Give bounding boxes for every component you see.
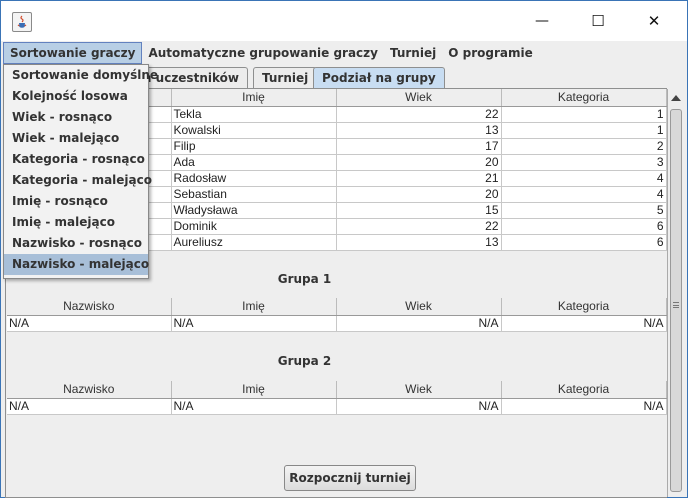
menu-tournament[interactable]: Turniej: [384, 42, 442, 64]
column-header-age[interactable]: Wiek: [336, 381, 502, 399]
sort-surname-asc[interactable]: Nazwisko - rosnąco: [4, 233, 148, 254]
minimize-button[interactable]: —: [519, 1, 565, 41]
sort-default[interactable]: Sortowanie domyślne: [4, 65, 158, 86]
table-header: Nazwisko Imię Wiek Kategoria: [7, 381, 667, 399]
scroll-up-icon[interactable]: [671, 95, 681, 101]
tab-tournament[interactable]: Turniej: [253, 67, 318, 88]
sort-first-name-asc[interactable]: Imię - rosnąco: [4, 191, 148, 212]
menu-bar: Sortowanie graczy Automatyczne grupowani…: [1, 41, 687, 65]
column-header-first-name[interactable]: Imię: [171, 89, 337, 107]
sort-category-asc[interactable]: Kategoria - rosnąco: [4, 149, 148, 170]
minimize-icon: —: [535, 13, 549, 29]
menu-auto-grouping[interactable]: Automatyczne grupowanie graczy: [142, 42, 384, 64]
maximize-icon: ☐: [591, 12, 605, 30]
column-header-category[interactable]: Kategoria: [501, 298, 667, 316]
table-header: Nazwisko Imię Wiek Kategoria: [7, 298, 667, 316]
sort-category-desc[interactable]: Kategoria - malejąco: [4, 170, 152, 191]
column-header-first-name[interactable]: Imię: [171, 381, 337, 399]
menu-sort-players[interactable]: Sortowanie graczy: [3, 42, 143, 64]
sort-surname-desc[interactable]: Nazwisko - malejąco: [4, 254, 149, 275]
column-header-age[interactable]: Wiek: [336, 89, 502, 107]
sort-age-asc[interactable]: Wiek - rosnąco: [4, 107, 148, 128]
group-2-table: Nazwisko Imię Wiek Kategoria N/A N/A N/A…: [7, 381, 667, 415]
menu-about[interactable]: O programie: [442, 42, 539, 64]
maximize-button[interactable]: ☐: [575, 1, 621, 41]
column-header-surname[interactable]: Nazwisko: [7, 298, 172, 316]
column-header-age[interactable]: Wiek: [336, 298, 502, 316]
sort-age-desc[interactable]: Wiek - malejąco: [4, 128, 148, 149]
sort-players-dropdown: Sortowanie domyślne Kolejność losowa Wie…: [3, 64, 158, 279]
sort-first-name-desc[interactable]: Imię - malejąco: [4, 212, 148, 233]
sort-random[interactable]: Kolejność losowa: [4, 86, 148, 107]
java-app-icon: [12, 12, 32, 32]
grip-icon: [673, 302, 679, 308]
group-1-table: Nazwisko Imię Wiek Kategoria N/A N/A N/A…: [7, 298, 667, 332]
app-window: — ☐ ✕ Sortowanie graczy Automatyczne gru…: [0, 0, 688, 498]
close-icon: ✕: [647, 12, 661, 30]
column-header-first-name[interactable]: Imię: [171, 298, 337, 316]
table-row[interactable]: N/A N/A N/A N/A: [7, 315, 667, 332]
group-2-title: Grupa 2: [277, 354, 332, 368]
table-row[interactable]: N/A N/A N/A N/A: [7, 398, 667, 415]
column-header-surname[interactable]: Nazwisko: [7, 381, 172, 399]
scrollbar-thumb[interactable]: [670, 109, 682, 492]
column-header-category[interactable]: Kategoria: [501, 381, 667, 399]
tab-groups[interactable]: Podział na grupy: [313, 67, 445, 89]
vertical-scrollbar[interactable]: [667, 89, 683, 497]
title-bar: — ☐ ✕: [1, 1, 687, 41]
close-button[interactable]: ✕: [631, 1, 677, 41]
start-tournament-button[interactable]: Rozpocznij turniej: [284, 465, 416, 491]
column-header-category[interactable]: Kategoria: [501, 89, 667, 107]
